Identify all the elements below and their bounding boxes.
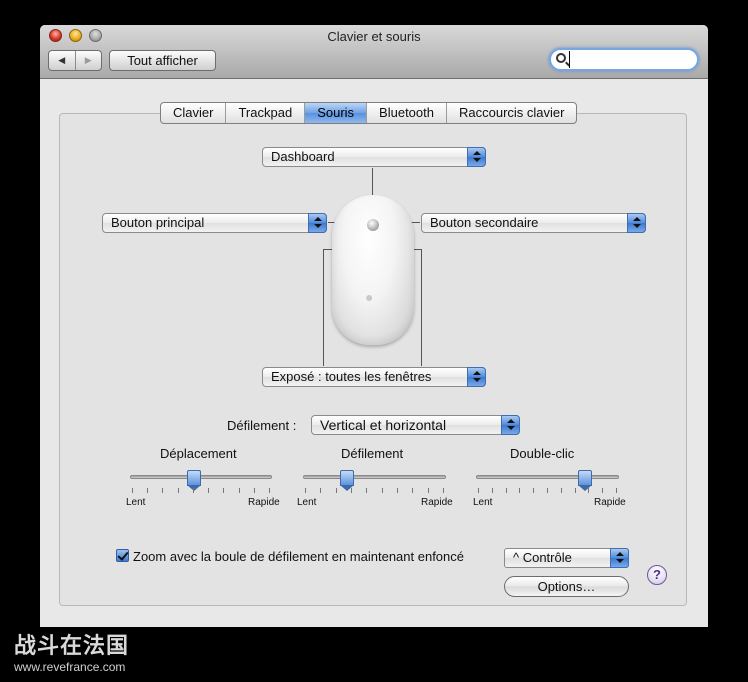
popup-arrows-icon	[467, 147, 486, 167]
zoom-modifier-value: ^ Contrôle	[513, 550, 572, 565]
scrolling-popup-value: Vertical et horizontal	[320, 417, 447, 433]
popup-arrow-icon	[610, 548, 629, 568]
tracking-speed-thumb[interactable]	[186, 470, 201, 491]
scrolling-speed-min: Lent	[297, 497, 317, 508]
bottom-button-popup[interactable]: Exposé : toutes les fenêtres	[262, 367, 486, 387]
scrolling-speed-ticks	[305, 488, 444, 493]
tracking-speed-ticks	[132, 488, 270, 493]
apple-logo-icon: ●	[365, 289, 374, 305]
help-icon[interactable]: ?	[647, 565, 667, 585]
search-field[interactable]	[549, 48, 699, 71]
popup-arrows-icon	[467, 367, 486, 387]
scrolling-speed-slider[interactable]	[303, 475, 446, 479]
window-title: Clavier et souris	[327, 29, 421, 44]
double-click-min: Lent	[473, 497, 493, 508]
tracking-speed-max: Rapide	[248, 497, 280, 508]
tab-clavier[interactable]: Clavier	[161, 103, 227, 123]
double-click-max: Rapide	[594, 497, 626, 508]
search-icon	[556, 53, 566, 63]
tab-souris[interactable]: Souris	[305, 103, 368, 123]
options-button[interactable]: Options…	[504, 576, 629, 597]
top-button-popup-value: Dashboard	[271, 149, 335, 164]
double-click-thumb[interactable]	[577, 470, 592, 491]
tab-trackpad[interactable]: Trackpad	[226, 103, 306, 123]
scrolling-label: Défilement :	[227, 418, 297, 433]
left-button-popup[interactable]: Bouton principal	[102, 213, 327, 233]
tracking-speed-slider[interactable]	[130, 475, 272, 479]
double-click-slider[interactable]	[476, 475, 619, 479]
scrolling-speed-thumb[interactable]	[340, 470, 355, 491]
connector-bottom-left-h	[323, 249, 332, 250]
navigation-buttons: ◀ ▶	[48, 50, 102, 71]
zoom-checkbox[interactable]	[116, 549, 129, 562]
tab-bar: Clavier Trackpad Souris Bluetooth Raccou…	[160, 102, 578, 124]
tab-bluetooth[interactable]: Bluetooth	[367, 103, 447, 123]
mouse-image: ●	[332, 195, 414, 345]
forward-arrow-icon[interactable]: ▶	[76, 51, 102, 70]
popup-arrows-icon	[627, 213, 646, 233]
bottom-button-popup-value: Exposé : toutes les fenêtres	[271, 369, 432, 384]
back-arrow-icon[interactable]: ◀	[49, 51, 76, 70]
show-all-button[interactable]: Tout afficher	[109, 50, 216, 71]
watermark: 战斗在法国 www.revefrance.com	[14, 628, 129, 674]
search-input[interactable]	[569, 51, 689, 68]
tracking-speed-min: Lent	[126, 497, 146, 508]
content-panel	[59, 113, 687, 606]
double-click-ticks	[478, 488, 617, 493]
title-bar: Clavier et souris ◀ ▶ Tout afficher	[40, 25, 708, 79]
connector-bottom-left-v	[323, 249, 324, 366]
zoom-modifier-popup[interactable]: ^ Contrôle	[504, 548, 629, 568]
scrolling-speed-title: Défilement	[341, 446, 404, 461]
left-button-popup-value: Bouton principal	[111, 215, 205, 230]
right-button-popup-value: Bouton secondaire	[430, 215, 539, 230]
scrolling-speed-max: Rapide	[421, 497, 453, 508]
connector-bottom-right-v	[421, 249, 422, 366]
tab-raccourcis-clavier[interactable]: Raccourcis clavier	[447, 103, 576, 123]
watermark-url: www.revefrance.com	[14, 660, 126, 674]
preferences-window: Clavier et souris ◀ ▶ Tout afficher Clav…	[40, 25, 708, 627]
watermark-brand: 战斗在法国	[14, 634, 130, 659]
scrolling-popup[interactable]: Vertical et horizontal	[311, 415, 520, 435]
zoom-label: Zoom avec la boule de défilement en main…	[133, 549, 464, 564]
popup-arrows-icon	[501, 415, 520, 435]
popup-arrows-icon	[308, 213, 327, 233]
right-button-popup[interactable]: Bouton secondaire	[421, 213, 646, 233]
double-click-title: Double-clic	[510, 446, 575, 461]
scroll-ball-icon	[367, 219, 379, 231]
top-button-popup[interactable]: Dashboard	[262, 147, 486, 167]
connector-bottom-right-h	[413, 249, 422, 250]
tracking-speed-title: Déplacement	[160, 446, 237, 461]
